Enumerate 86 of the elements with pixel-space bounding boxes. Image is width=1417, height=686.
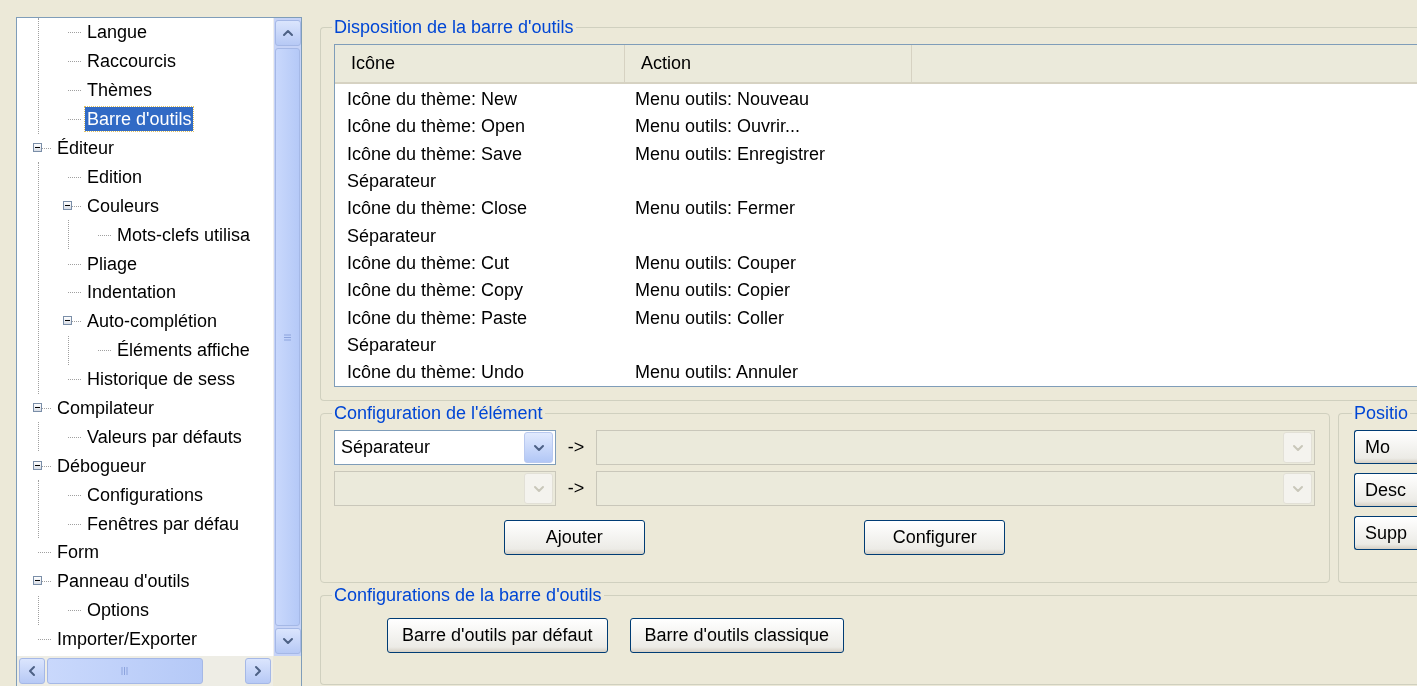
list-row[interactable]: Icône du thème: Close Menu outils: Fermer (335, 195, 1417, 223)
column-header[interactable]: Icône (335, 45, 625, 82)
arrow-text: -> (566, 437, 586, 458)
scroll-down-button[interactable] (275, 628, 301, 654)
tree-item[interactable]: Éditeur (55, 136, 117, 160)
tree-item[interactable]: Edition (85, 164, 145, 189)
expand-collapse-toggle[interactable] (33, 576, 42, 586)
tree-item[interactable]: Historique de sess (85, 367, 238, 392)
tree-item[interactable]: Raccourcis (85, 49, 179, 74)
vertical-scrollbar[interactable] (273, 18, 301, 656)
list-row[interactable]: Icône du thème: Cut Menu outils: Couper (335, 249, 1417, 278)
tree-item[interactable]: Thèmes (85, 78, 155, 103)
scroll-right-button[interactable] (245, 658, 271, 684)
list-cell-text: Icône du thème: Undo (346, 362, 526, 384)
list-row[interactable]: Séparateur (335, 331, 1417, 359)
list-row[interactable]: Icône du thème: New Menu outils: Nouveau (335, 86, 1417, 114)
scroll-thumb[interactable] (275, 48, 300, 626)
move-button[interactable]: Supp (1354, 516, 1417, 550)
list-cell-text: Icône du thème: Open (346, 116, 527, 138)
list-cell-text: Menu outils: Ouvrir... (634, 116, 802, 138)
arrow-text: -> (566, 478, 586, 499)
tree-item[interactable]: Couleurs (85, 193, 162, 218)
group-title: Configurations de la barre d'outils (333, 585, 603, 606)
list-row[interactable]: Icône du thème: Copy Menu outils: Copier (335, 277, 1417, 305)
scroll-thumb[interactable] (47, 658, 203, 684)
dropdown-arrow-button[interactable] (524, 432, 553, 463)
tree-item[interactable]: Mots-clefs utilisa (115, 222, 253, 247)
tree-item[interactable]: Barre d'outils (85, 107, 194, 132)
tree-item[interactable]: Importer/Exporter (55, 627, 200, 652)
list-cell-text: Icône du thème: Paste (346, 307, 529, 329)
tree-item[interactable]: Langue (85, 20, 150, 45)
expand-collapse-toggle[interactable] (63, 316, 72, 326)
action-button[interactable]: Configurer (864, 520, 1006, 555)
tree-item[interactable]: Éléments affiche (115, 338, 252, 363)
expand-collapse-toggle[interactable] (33, 460, 42, 470)
scroll-left-button[interactable] (19, 658, 45, 684)
tree-item[interactable]: Form (55, 540, 101, 565)
list-row[interactable]: Icône du thème: Open Menu outils: Ouvrir... (335, 113, 1417, 141)
list-cell-text: Séparateur (346, 171, 438, 193)
group-title: Disposition de la barre d'outils (333, 17, 575, 38)
list-cell-text: Menu outils: Coller (634, 307, 786, 329)
grip-lines-icon (284, 333, 291, 341)
list-row[interactable]: Séparateur (335, 222, 1417, 250)
list-cell-text: Menu outils: Enregistrer (634, 143, 827, 165)
list-cell-text: Menu outils: Annuler (634, 362, 800, 384)
list-cell-text: Icône du thème: Save (346, 143, 524, 165)
list-cell-text: Icône du thème: New (346, 89, 519, 111)
list-cell-text: Icône du thème: Close (346, 198, 529, 220)
list-row[interactable]: Icône du thème: Undo Menu outils: Annuler (335, 358, 1417, 387)
tree-item[interactable]: Auto-complétion (85, 309, 220, 334)
grip-lines-icon (121, 667, 129, 675)
expand-collapse-toggle[interactable] (33, 143, 42, 152)
expand-collapse-toggle[interactable] (33, 403, 42, 412)
action-button[interactable]: Ajouter (503, 520, 645, 555)
list-row[interactable]: Icône du thème: Save Menu outils: Enregistrer (335, 140, 1417, 168)
list-row[interactable]: Séparateur (335, 167, 1417, 196)
expand-collapse-toggle[interactable] (63, 200, 72, 210)
tree-item[interactable]: Panneau d'outils (55, 569, 192, 594)
group-title: Configuration de l'élément (333, 403, 544, 424)
scroll-up-button[interactable] (275, 20, 301, 46)
scrollbar-corner (273, 656, 301, 686)
tree-item[interactable]: Débogueur (55, 453, 149, 478)
list-cell-text: Menu outils: Couper (634, 252, 798, 274)
tree-item[interactable]: Fenêtres par défau (85, 511, 242, 536)
list-cell-text: Séparateur (346, 225, 438, 247)
horizontal-scrollbar[interactable] (17, 656, 273, 686)
tree-item[interactable]: Configurations (85, 482, 206, 507)
tree-item[interactable]: Pliage (85, 251, 140, 276)
group-title: Positio (1353, 403, 1410, 424)
preset-button[interactable]: Barre d'outils classique (629, 618, 845, 653)
list-cell-text: Menu outils: Fermer (634, 198, 797, 220)
dropdown[interactable]: Séparateur (334, 430, 556, 465)
list-cell-text: Icône du thème: Cut (346, 252, 511, 274)
list-row[interactable]: Icône du thème: Paste Menu outils: Coller (335, 304, 1417, 332)
move-button[interactable]: Desc (1354, 473, 1417, 507)
list-cell-text: Menu outils: Nouveau (634, 89, 811, 111)
tree-item[interactable]: Compilateur (55, 396, 157, 420)
list-cell-text: Menu outils: Copier (634, 280, 792, 302)
tree-item[interactable]: Indentation (85, 280, 179, 305)
column-header[interactable]: Action (625, 45, 912, 82)
tree-item[interactable]: Valeurs par défauts (85, 424, 244, 449)
list-cell-text: Icône du thème: Copy (346, 280, 525, 302)
move-button[interactable]: Mo (1354, 430, 1417, 464)
tree-item[interactable]: Options (85, 598, 152, 623)
preset-button[interactable]: Barre d'outils par défaut (386, 618, 608, 653)
list-cell-text: Séparateur (346, 334, 438, 356)
